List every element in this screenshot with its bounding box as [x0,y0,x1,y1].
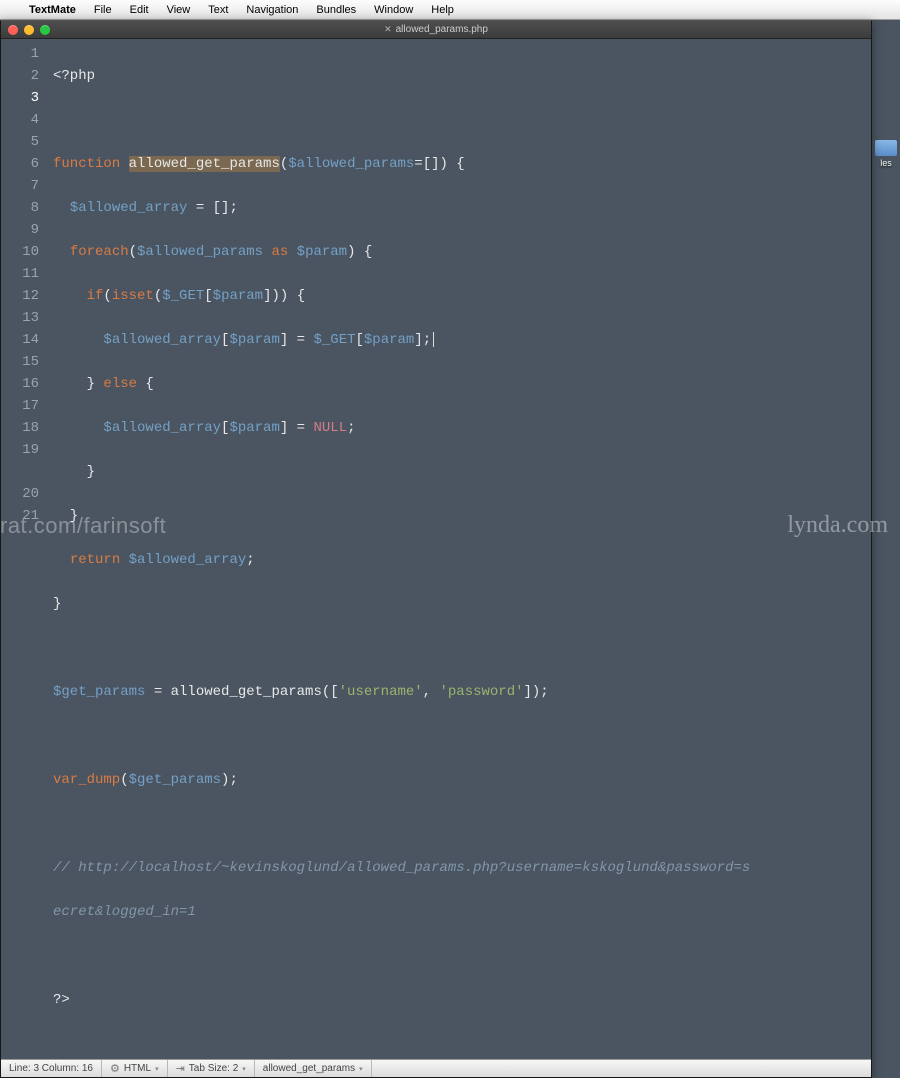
line-number: 3 [1,87,39,109]
tab-label: allowed_params.php [396,24,488,35]
menu-text[interactable]: Text [199,4,237,16]
line-number: 10 [1,241,39,263]
line-number: 2 [1,65,39,87]
status-cursor-position[interactable]: Line: 3 Column: 16 [1,1060,102,1077]
line-number: 18 [1,417,39,439]
line-number: 7 [1,175,39,197]
menu-view[interactable]: View [158,4,200,16]
chevron-down-icon: ▾ [359,1065,363,1073]
menu-bundles[interactable]: Bundles [307,4,365,16]
menu-window[interactable]: Window [365,4,422,16]
line-number: 9 [1,219,39,241]
line-number: 11 [1,263,39,285]
line-number: 15 [1,351,39,373]
gear-icon: ⚙ [110,1062,120,1075]
chevron-down-icon: ▾ [155,1065,159,1073]
line-number: 1 [1,43,39,65]
tab-strip: ✕ allowed_params.php [1,22,871,37]
watermark-left: rat.com/farinsoft [0,513,166,539]
line-number: 20 [1,483,39,505]
desktop-folder-label: les [874,158,898,168]
status-symbol[interactable]: allowed_get_params▾ [255,1060,372,1077]
line-number: 5 [1,131,39,153]
line-number: 4 [1,109,39,131]
editor-window: ✕ allowed_params.php 1 2 3 4 5 6 7 8 9 1… [0,20,872,1078]
status-language[interactable]: ⚙HTML▾ [102,1060,168,1077]
line-number: 12 [1,285,39,307]
menu-help[interactable]: Help [422,4,463,16]
line-number: 13 [1,307,39,329]
status-bar: Line: 3 Column: 16 ⚙HTML▾ ⇥Tab Size: 2▾ … [1,1059,871,1077]
line-number: 16 [1,373,39,395]
line-number: 14 [1,329,39,351]
line-number: 19 [1,439,39,461]
menu-file[interactable]: File [85,4,121,16]
close-tab-icon[interactable]: ✕ [384,24,392,35]
code-content[interactable]: <?php function allowed_get_params($allow… [47,39,871,1059]
app-menu[interactable]: TextMate [20,4,85,16]
text-caret [433,332,434,347]
desktop-folder[interactable]: les [874,140,898,168]
watermark-right: lynda.com [787,512,888,539]
window-titlebar[interactable]: ✕ allowed_params.php [1,21,871,39]
indent-icon: ⇥ [176,1062,185,1075]
line-number [1,461,39,483]
chevron-down-icon: ▾ [242,1065,246,1073]
line-number: 8 [1,197,39,219]
menu-edit[interactable]: Edit [121,4,158,16]
line-gutter: 1 2 3 4 5 6 7 8 9 10 11 12 13 14 15 16 1… [1,39,47,1059]
folder-icon [875,140,897,156]
macos-menubar: TextMate File Edit View Text Navigation … [0,0,900,20]
line-number: 17 [1,395,39,417]
line-number: 6 [1,153,39,175]
menu-navigation[interactable]: Navigation [237,4,307,16]
status-tab-size[interactable]: ⇥Tab Size: 2▾ [168,1060,255,1077]
editor-area[interactable]: 1 2 3 4 5 6 7 8 9 10 11 12 13 14 15 16 1… [1,39,871,1059]
tab-current-file[interactable]: ✕ allowed_params.php [362,22,510,37]
